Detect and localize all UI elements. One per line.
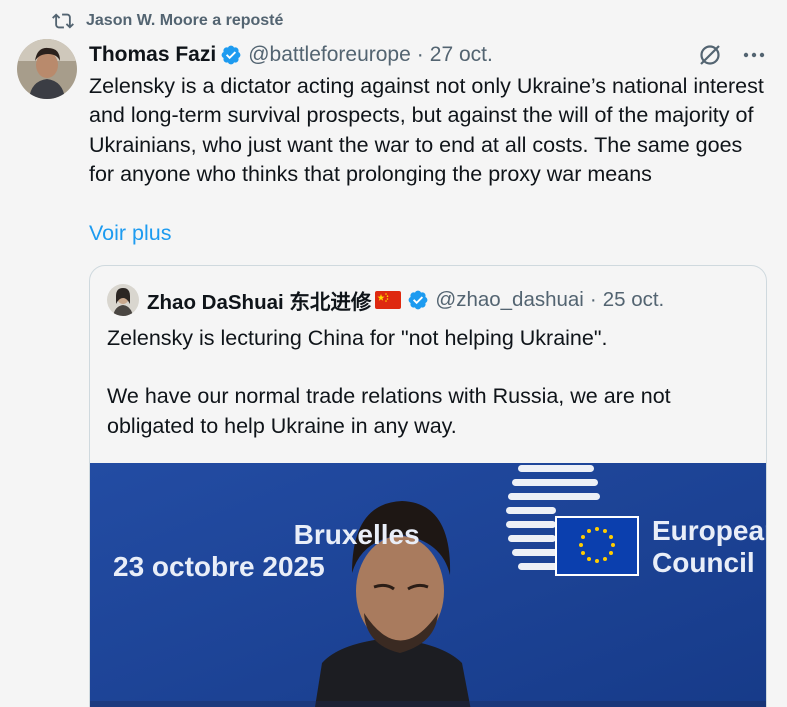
header-actions (697, 42, 767, 68)
quoted-separator-dot: · (589, 288, 597, 311)
media-location-text: Bruxelles 23 octobre 2025 (113, 519, 420, 583)
media-image (90, 463, 766, 707)
tweet[interactable]: Jason W. Moore a reposté Thomas Fazi @ba… (0, 0, 787, 707)
tweet-text: Zelensky is a dictator acting against no… (89, 74, 764, 187)
repost-icon (52, 13, 74, 29)
media-org-text: European Council (652, 515, 766, 579)
media-date: 23 octobre 2025 (113, 551, 325, 582)
repost-indicator[interactable]: Jason W. Moore a reposté (52, 10, 283, 32)
quoted-tweet[interactable]: Zhao DaShuai 东北进修 @zhao_dashuai · 25 oct… (89, 265, 767, 707)
show-more-link[interactable]: Voir plus (89, 219, 171, 248)
media-org-line1: European (652, 515, 766, 546)
separator-dot: · (416, 43, 424, 66)
more-options-icon[interactable] (741, 42, 767, 68)
media-city: Bruxelles (293, 519, 420, 550)
grok-icon[interactable] (697, 42, 723, 68)
media-org-line2: Council (652, 547, 755, 578)
author-name[interactable]: Thomas Fazi (89, 43, 216, 67)
quoted-text-paragraph-1: Zelensky is lecturing China for "not hel… (107, 326, 608, 350)
quoted-author-name[interactable]: Zhao DaShuai 东北进修 (147, 285, 371, 315)
tweet-date[interactable]: 27 oct. (430, 43, 493, 67)
author-handle[interactable]: @battleforeurope (248, 43, 411, 67)
author-avatar[interactable] (17, 39, 77, 99)
quoted-tweet-text: Zelensky is lecturing China for "not hel… (107, 324, 757, 441)
verified-badge-icon (221, 45, 241, 65)
quoted-tweet-date[interactable]: 25 oct. (603, 288, 665, 312)
tweet-header: Thomas Fazi @battleforeurope · 27 oct. (89, 40, 767, 70)
quoted-tweet-media[interactable]: Bruxelles 23 octobre 2025 European Counc… (90, 463, 766, 707)
quoted-verified-badge-icon (408, 290, 428, 310)
china-flag-icon (375, 291, 402, 309)
quoted-author-avatar[interactable] (107, 284, 139, 316)
quoted-tweet-header: Zhao DaShuai 东北进修 @zhao_dashuai · 25 oct… (107, 284, 664, 316)
repost-label: Jason W. Moore a reposté (86, 12, 284, 29)
quoted-author-handle[interactable]: @zhao_dashuai (435, 288, 583, 312)
quoted-text-paragraph-2: We have our normal trade relations with … (107, 384, 671, 438)
